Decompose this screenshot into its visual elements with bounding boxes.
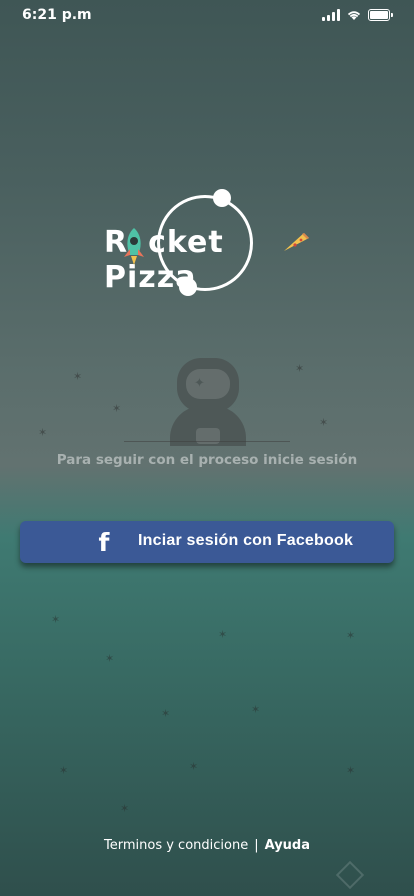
logo-orbit-dot-top (213, 189, 231, 207)
signal-icon (322, 9, 340, 21)
star-icon: ✶ (38, 426, 48, 439)
star-icon: ✶ (218, 628, 228, 641)
star-icon: ✶ (319, 416, 329, 429)
status-bar: 6:21 p.m (0, 0, 414, 32)
ground-line (124, 441, 290, 442)
star-icon: ✶ (120, 802, 130, 815)
star-icon: ✶ (59, 764, 69, 777)
pizza-slice-icon (284, 233, 309, 251)
star-icon: ✶ (346, 629, 356, 642)
status-time: 6:21 p.m (22, 7, 92, 23)
facebook-login-button[interactable]: f Inciar sesión con Facebook (20, 521, 394, 563)
footer-separator: | (254, 838, 259, 853)
help-link[interactable]: Ayuda (265, 838, 310, 853)
facebook-icon: f (98, 527, 110, 557)
star-icon: ✶ (189, 760, 199, 773)
wifi-icon (347, 11, 361, 20)
astronaut-icon: ✦ (170, 358, 246, 446)
login-hint-text: Para seguir con el proceso inicie sesión (56, 452, 358, 468)
star-icon: ✶ (295, 362, 305, 375)
footer-links: Terminos y condicione | Ayuda (0, 838, 414, 853)
rocket-icon (124, 228, 144, 265)
star-icon: ✶ (251, 703, 261, 716)
star-icon: ✶ (112, 402, 122, 415)
status-icons (322, 9, 393, 21)
facebook-login-label: Inciar sesión con Facebook (138, 532, 354, 549)
star-icon: ✶ (161, 707, 171, 720)
star-icon: ✶ (51, 613, 61, 626)
star-icon: ✶ (105, 652, 115, 665)
watermark-logo (335, 860, 365, 890)
star-icon: ✶ (346, 764, 356, 777)
battery-icon (368, 9, 393, 21)
app-logo: Rcket Pizza (100, 185, 320, 300)
star-icon: ✶ (73, 370, 83, 383)
terms-link[interactable]: Terminos y condicione (104, 838, 248, 853)
